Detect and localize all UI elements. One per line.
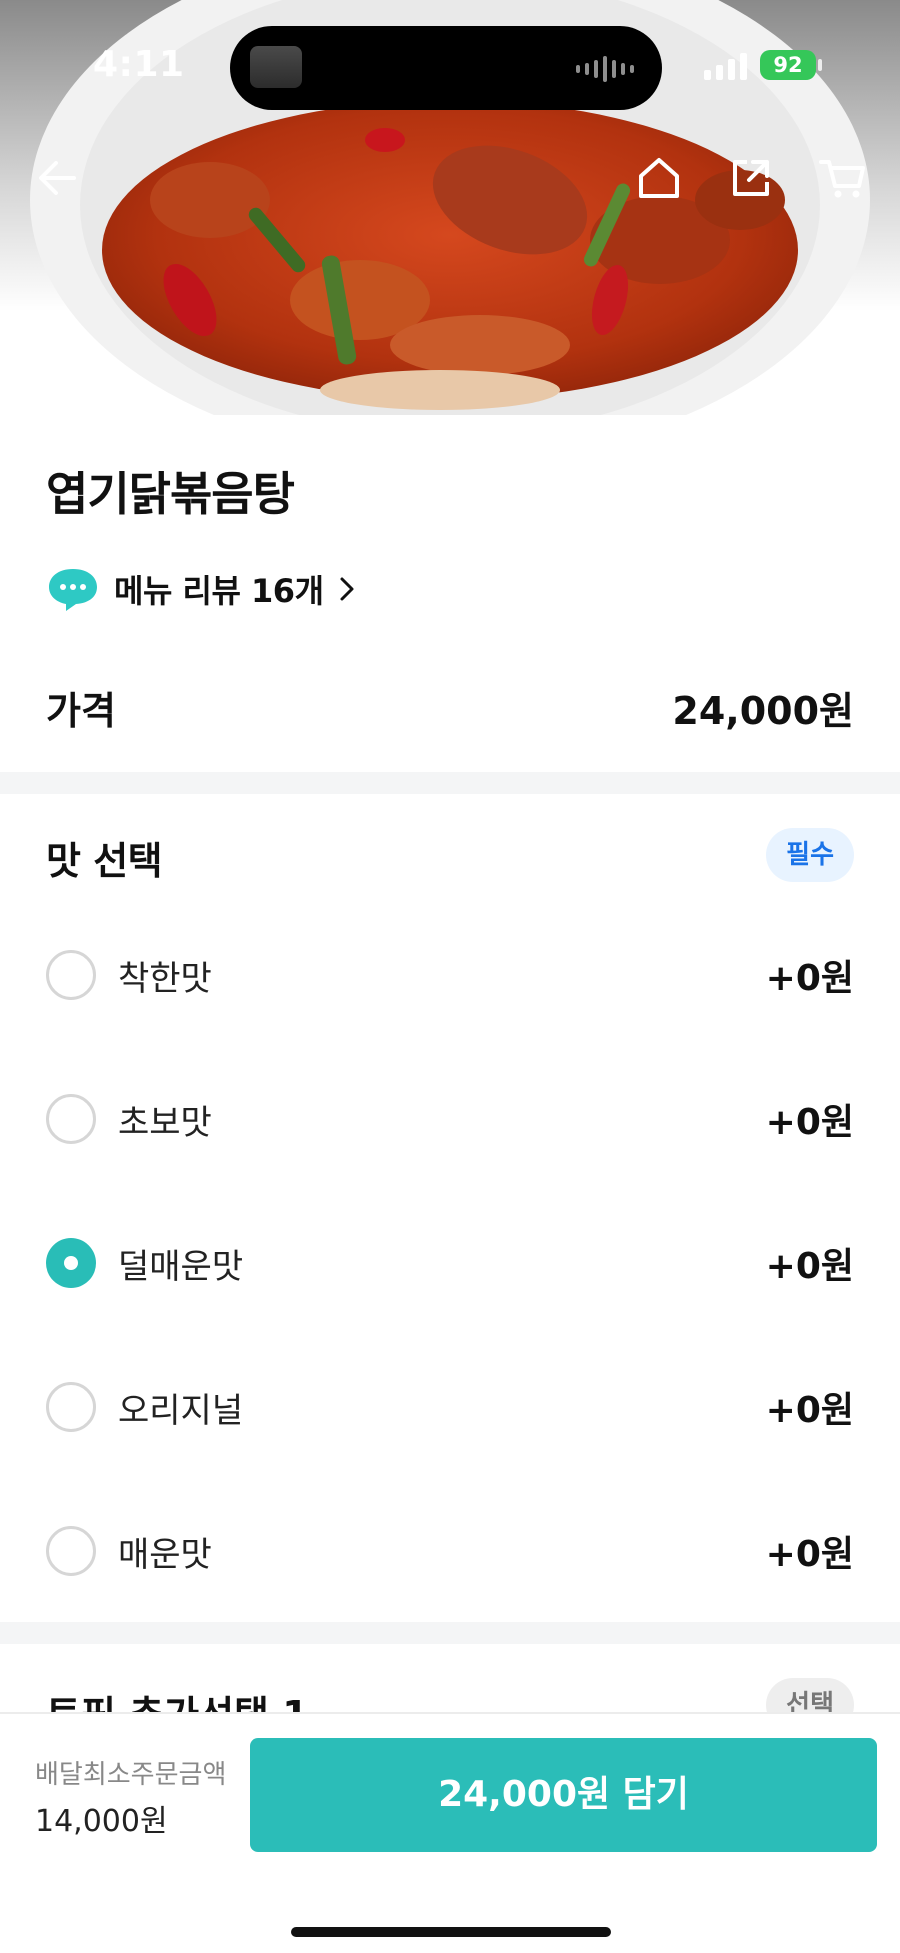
option-name: 오리지널 bbox=[118, 1390, 244, 1431]
home-button[interactable] bbox=[631, 150, 687, 206]
option-price: +0원 bbox=[765, 958, 854, 999]
taste-option[interactable]: 초보맛 +0원 bbox=[46, 1089, 854, 1149]
chevron-right-icon bbox=[340, 577, 354, 601]
option-name: 착한맛 bbox=[118, 958, 212, 999]
speech-bubble-icon bbox=[49, 569, 97, 611]
dynamic-island bbox=[230, 26, 662, 110]
required-badge: 필수 bbox=[766, 828, 854, 882]
menu-review-link[interactable]: 메뉴 리뷰 16개 bbox=[46, 565, 356, 613]
bottom-order-bar: 배달최소주문금액 14,000원 24,000원 담기 bbox=[0, 1712, 900, 1953]
status-time: 4:11 bbox=[93, 44, 185, 85]
share-icon bbox=[733, 160, 769, 196]
home-indicator bbox=[291, 1927, 611, 1937]
taste-option[interactable]: 덜매운맛 +0원 bbox=[46, 1233, 854, 1293]
price-value: 24,000원 bbox=[672, 689, 854, 733]
home-icon bbox=[639, 158, 679, 198]
menu-hero-image: 4:11 92 bbox=[0, 0, 900, 415]
now-playing-thumbnail bbox=[250, 46, 302, 88]
battery-tip bbox=[818, 59, 822, 71]
menu-review-label: 메뉴 리뷰 16개 bbox=[114, 572, 324, 610]
option-name: 매운맛 bbox=[118, 1534, 212, 1575]
section-divider bbox=[0, 1622, 900, 1644]
radio-button[interactable] bbox=[46, 950, 96, 1000]
arrow-left-icon bbox=[39, 161, 76, 195]
radio-button-selected[interactable] bbox=[46, 1238, 96, 1288]
share-button[interactable] bbox=[723, 150, 779, 206]
option-price: +0원 bbox=[765, 1246, 854, 1287]
audio-wave-icon bbox=[576, 56, 634, 82]
price-row: 가격 24,000원 bbox=[46, 680, 854, 735]
cart-icon bbox=[819, 160, 865, 198]
min-order-value: 14,000원 bbox=[35, 1804, 168, 1839]
option-price: +0원 bbox=[765, 1534, 854, 1575]
min-order-label: 배달최소주문금액 bbox=[35, 1760, 227, 1790]
back-button[interactable] bbox=[30, 150, 86, 206]
menu-title: 엽기닭볶음탕 bbox=[46, 467, 295, 521]
cellular-signal-icon bbox=[704, 50, 747, 80]
option-name: 덜매운맛 bbox=[118, 1246, 244, 1287]
taste-section-title: 맛 선택 bbox=[46, 839, 163, 883]
taste-option[interactable]: 매운맛 +0원 bbox=[46, 1521, 854, 1581]
radio-button[interactable] bbox=[46, 1094, 96, 1144]
option-price: +0원 bbox=[765, 1102, 854, 1143]
radio-button[interactable] bbox=[46, 1382, 96, 1432]
option-name: 초보맛 bbox=[118, 1102, 212, 1143]
option-price: +0원 bbox=[765, 1390, 854, 1431]
price-label: 가격 bbox=[46, 689, 116, 733]
taste-option[interactable]: 착한맛 +0원 bbox=[46, 945, 854, 1005]
radio-button[interactable] bbox=[46, 1526, 96, 1576]
taste-option[interactable]: 오리지널 +0원 bbox=[46, 1377, 854, 1437]
battery-indicator: 92 bbox=[760, 50, 816, 80]
cart-button[interactable] bbox=[815, 150, 871, 206]
add-to-cart-button[interactable]: 24,000원 담기 bbox=[250, 1738, 877, 1852]
section-divider bbox=[0, 772, 900, 794]
